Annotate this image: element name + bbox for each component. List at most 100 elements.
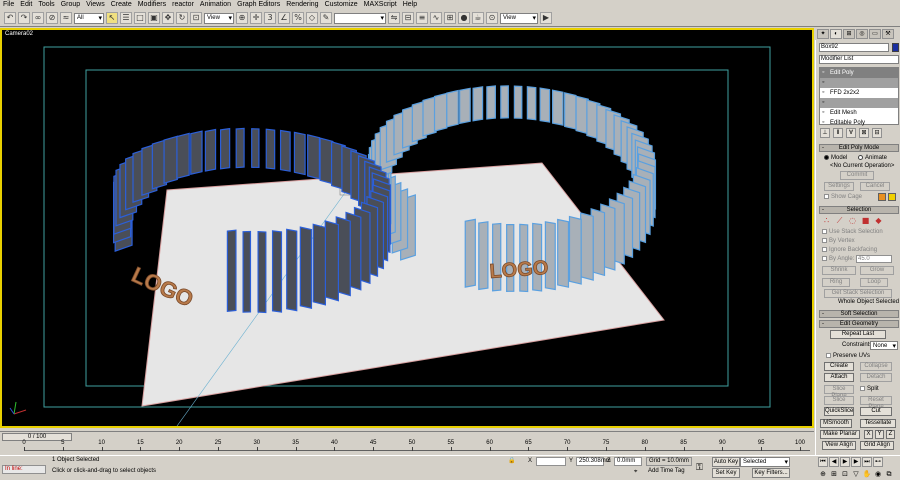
time-slider[interactable]: 0 / 100 — [0, 431, 814, 441]
fov-icon[interactable]: ▽ — [851, 469, 861, 479]
stack-item-ffd[interactable]: FFD 2x2x2 — [820, 88, 898, 98]
unlink-icon[interactable]: ⊘ — [46, 12, 58, 24]
polygon-icon[interactable]: ■ — [861, 216, 870, 225]
border-icon[interactable]: ◌ — [848, 216, 857, 225]
rollout-edit-poly-mode[interactable]: Edit Poly Mode — [819, 144, 899, 152]
menu-maxscript[interactable]: MAXScript — [361, 0, 400, 10]
planar-y-button[interactable]: Y — [875, 430, 884, 439]
rollout-soft-selection[interactable]: Soft Selection — [819, 310, 899, 318]
rollout-selection[interactable]: Selection — [819, 206, 899, 214]
stack-item-edit-poly[interactable]: Edit Poly — [820, 68, 898, 78]
stack-item-editable-poly[interactable]: Editable Poly — [820, 118, 898, 128]
pivot-icon[interactable]: ⊕ — [236, 12, 248, 24]
slice-button[interactable]: Slice — [824, 396, 854, 405]
menu-modifiers[interactable]: Modifiers — [135, 0, 169, 10]
menu-animation[interactable]: Animation — [197, 0, 234, 10]
snap-3d-icon[interactable]: 3 — [264, 12, 276, 24]
collapse-button[interactable]: Collapse — [860, 362, 892, 371]
attach-button[interactable]: Attach — [824, 373, 854, 382]
make-unique-icon[interactable]: ∀ — [846, 128, 856, 138]
play-icon[interactable]: ▶ — [840, 457, 850, 467]
display-tab-icon[interactable]: ▭ — [869, 29, 881, 39]
detach-button[interactable]: Detach — [860, 373, 892, 382]
schematic-view-icon[interactable]: ⊞ — [444, 12, 456, 24]
view-align-button[interactable]: View Align — [822, 441, 856, 450]
pan-icon[interactable]: ✋ — [862, 469, 872, 479]
create-tab-icon[interactable]: ✦ — [817, 29, 829, 39]
rotate-icon[interactable]: ↻ — [176, 12, 188, 24]
material-editor-icon[interactable]: ● — [458, 12, 470, 24]
undo-icon[interactable]: ↶ — [4, 12, 16, 24]
named-selection-select[interactable] — [334, 12, 386, 24]
by-angle-checkbox[interactable]: By Angle: — [822, 255, 854, 263]
zoom-all-icon[interactable]: ⊞ — [829, 469, 839, 479]
scale-icon[interactable]: ⊡ — [190, 12, 202, 24]
ref-coord-select[interactable]: View — [204, 12, 234, 24]
menu-customize[interactable]: Customize — [322, 0, 361, 10]
mirror-icon[interactable]: ⇋ — [388, 12, 400, 24]
vertex-icon[interactable]: ∴ — [822, 216, 831, 225]
render-last-icon[interactable]: ▶ — [540, 12, 552, 24]
stack-item-edit-mesh[interactable]: Edit Mesh — [820, 108, 898, 118]
render-type-select[interactable]: View — [500, 12, 538, 24]
settings-button[interactable]: Settings — [824, 182, 854, 191]
preserve-uvs-checkbox[interactable]: Preserve UVs — [826, 352, 870, 360]
menu-file[interactable]: File — [0, 0, 17, 10]
angle-spinner[interactable]: 45.0 — [856, 255, 892, 263]
configure-sets-icon[interactable]: ⊟ — [872, 128, 882, 138]
create-button[interactable]: Create — [824, 362, 854, 371]
split-checkbox[interactable]: Split — [860, 385, 879, 393]
planar-x-button[interactable]: X — [864, 430, 873, 439]
bind-space-warp-icon[interactable]: ≈ — [60, 12, 72, 24]
prev-frame-icon[interactable]: ◀ — [829, 457, 839, 467]
auto-key-button[interactable]: Auto Key — [712, 457, 740, 467]
get-stack-selection-button[interactable]: Get Stack Selection — [824, 289, 892, 298]
ignore-backfacing-checkbox[interactable]: Ignore Backfacing — [822, 246, 877, 254]
repeat-last-button[interactable]: Repeat Last — [830, 330, 886, 339]
motion-tab-icon[interactable]: ◎ — [856, 29, 868, 39]
camera-viewport[interactable]: Camera02 LOGO LOGO — [0, 28, 814, 428]
by-vertex-checkbox[interactable]: By Vertex — [822, 237, 855, 245]
modify-tab-icon[interactable]: ◐ — [830, 29, 842, 39]
y-coord-field[interactable]: 250.308mm — [576, 457, 611, 466]
menu-reactor[interactable]: reactor — [169, 0, 197, 10]
constraints-select[interactable]: None — [870, 341, 898, 351]
selection-filter-select[interactable]: All — [74, 12, 104, 24]
shrink-button[interactable]: Shrink — [822, 266, 856, 275]
set-key-button[interactable]: Set Key — [712, 468, 740, 478]
use-stack-selection-checkbox[interactable]: Use Stack Selection — [822, 228, 883, 236]
curve-editor-icon[interactable]: ∿ — [430, 12, 442, 24]
remove-modifier-icon[interactable]: ⊠ — [859, 128, 869, 138]
quickslice-button[interactable]: QuickSlice — [824, 407, 854, 416]
menu-create[interactable]: Create — [108, 0, 135, 10]
orbit-icon[interactable]: ◉ — [873, 469, 883, 479]
menu-tools[interactable]: Tools — [35, 0, 57, 10]
grow-button[interactable]: Grow — [860, 266, 894, 275]
ring-button[interactable]: Ring — [822, 278, 850, 287]
lock-selection-icon[interactable]: 🔒 — [508, 457, 515, 465]
object-name-field[interactable]: Box92 — [819, 43, 889, 52]
edge-icon[interactable]: ⟋ — [835, 216, 844, 225]
maxscript-listener[interactable]: In line: — [2, 465, 46, 474]
menu-views[interactable]: Views — [83, 0, 108, 10]
zoom-extents-icon[interactable]: ⊡ — [840, 469, 850, 479]
tessellate-button[interactable]: Tessellate — [860, 419, 896, 428]
cage-color-swatch[interactable] — [878, 193, 886, 201]
msmooth-button[interactable]: MSmooth — [820, 419, 852, 428]
x-coord-field[interactable] — [536, 457, 566, 466]
menu-help[interactable]: Help — [400, 0, 420, 10]
spinner-snap-icon[interactable]: ◇ — [306, 12, 318, 24]
quick-render-icon[interactable]: ⊙ — [486, 12, 498, 24]
move-icon[interactable]: ✥ — [162, 12, 174, 24]
element-icon[interactable]: ◆ — [874, 216, 883, 225]
z-coord-field[interactable]: 0.0mm — [614, 457, 642, 466]
cut-button[interactable]: Cut — [860, 407, 892, 416]
commit-button[interactable]: Commit — [840, 171, 874, 180]
modifier-list-dropdown[interactable]: Modifier List — [819, 55, 899, 64]
rollout-edit-geometry[interactable]: Edit Geometry — [819, 320, 899, 328]
rect-region-icon[interactable]: □ — [134, 12, 146, 24]
key-icon[interactable]: ⚿ — [696, 463, 703, 472]
track-bar[interactable]: 0 5 10 15 20 25 30 35 40 45 50 55 60 65 70 75 80 85 90 95 10… — [0, 440, 814, 455]
menu-group[interactable]: Group — [58, 0, 83, 10]
go-to-start-icon[interactable]: ⏮ — [818, 457, 828, 467]
